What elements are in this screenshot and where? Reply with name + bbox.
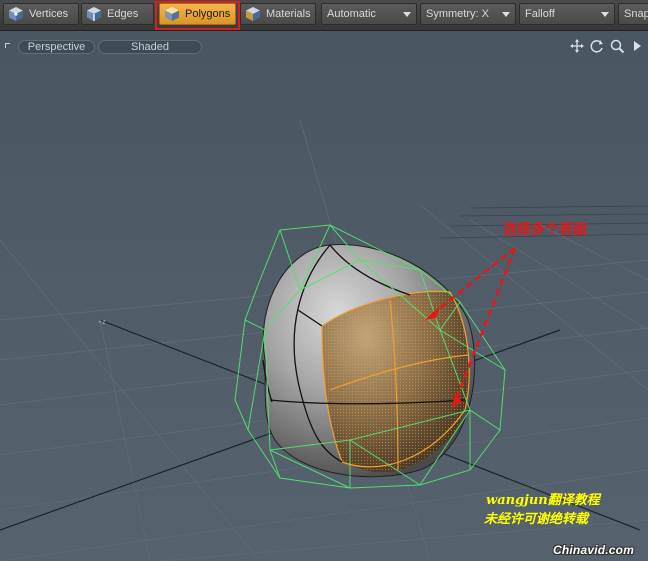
viewport-menu-icon[interactable]	[5, 43, 10, 48]
chevron-down-icon	[502, 12, 510, 17]
more-arrow-icon[interactable]	[629, 38, 645, 54]
chevron-down-icon	[403, 12, 411, 17]
polygons-highlight-box	[155, 1, 240, 30]
viewport-header: Perspective Shaded	[0, 30, 648, 60]
shading-dropdown[interactable]: Shaded	[98, 40, 202, 54]
edges-label: Edges	[107, 8, 139, 20]
materials-cube-icon	[246, 7, 260, 21]
materials-mode-button[interactable]: Materials	[240, 3, 316, 25]
vertices-label: Vertices	[29, 8, 69, 20]
3d-viewport[interactable]: +z	[0, 30, 648, 561]
move-view-icon[interactable]	[569, 38, 585, 54]
credit-line-2: 未经许可谢绝转载	[484, 512, 589, 527]
snap-label: Snap	[624, 8, 648, 20]
materials-label: Materials	[266, 8, 311, 20]
symmetry-label: Symmetry: X	[426, 8, 489, 20]
edges-cube-icon	[87, 7, 101, 21]
chevron-down-icon	[601, 12, 609, 17]
falloff-label: Falloff	[525, 8, 555, 20]
zoom-view-icon[interactable]	[609, 38, 625, 54]
rotate-view-icon[interactable]	[589, 38, 605, 54]
callout-text: 选择多个表面	[503, 222, 587, 238]
projection-dropdown[interactable]: Perspective	[18, 40, 95, 54]
watermark-logo: Chinavid.com	[553, 543, 635, 557]
action-center-dropdown[interactable]: Automatic	[321, 3, 417, 25]
vertices-cube-icon	[9, 7, 23, 21]
svg-text:+z: +z	[98, 319, 106, 326]
main-toolbar: Vertices Edges Polygons Materials Automa…	[0, 0, 648, 31]
vertices-mode-button[interactable]: Vertices	[3, 3, 79, 25]
credit-line-1: wangjun翻译教程	[486, 493, 600, 508]
snap-dropdown[interactable]: Snap	[618, 3, 648, 25]
edges-mode-button[interactable]: Edges	[81, 3, 154, 25]
falloff-dropdown[interactable]: Falloff	[519, 3, 615, 25]
viewport-scene[interactable]: +z	[0, 30, 648, 561]
action-center-label: Automatic	[327, 8, 376, 20]
symmetry-dropdown[interactable]: Symmetry: X	[420, 3, 516, 25]
